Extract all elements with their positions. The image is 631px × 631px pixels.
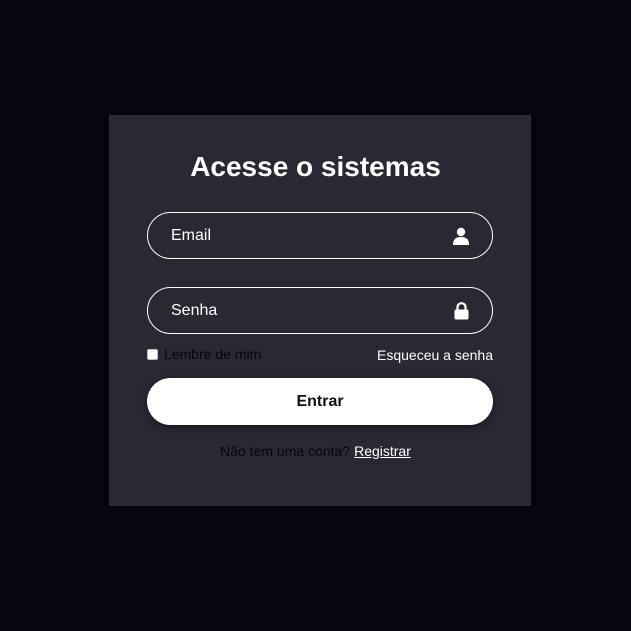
lock-icon: [452, 301, 470, 320]
login-button[interactable]: Entrar: [147, 378, 493, 425]
remember-me-label: Lembre de mim: [164, 346, 262, 362]
password-field[interactable]: [148, 288, 492, 333]
password-field-wrapper: [147, 287, 493, 334]
register-prompt-line: Não tem uma conta? Registrar: [0, 443, 631, 459]
email-field-wrapper: [147, 212, 493, 259]
remember-me-checkbox[interactable]: [147, 348, 158, 360]
user-icon: [452, 227, 470, 245]
page-title: Acesse o sistemas: [190, 151, 441, 182]
register-prompt: Não tem uma conta?: [220, 443, 351, 459]
email-field[interactable]: [148, 213, 492, 258]
register-link[interactable]: Registrar: [354, 443, 411, 459]
remember-me[interactable]: Lembre de mim: [147, 346, 261, 362]
forgot-password-link[interactable]: Esqueceu a senha: [377, 347, 493, 363]
